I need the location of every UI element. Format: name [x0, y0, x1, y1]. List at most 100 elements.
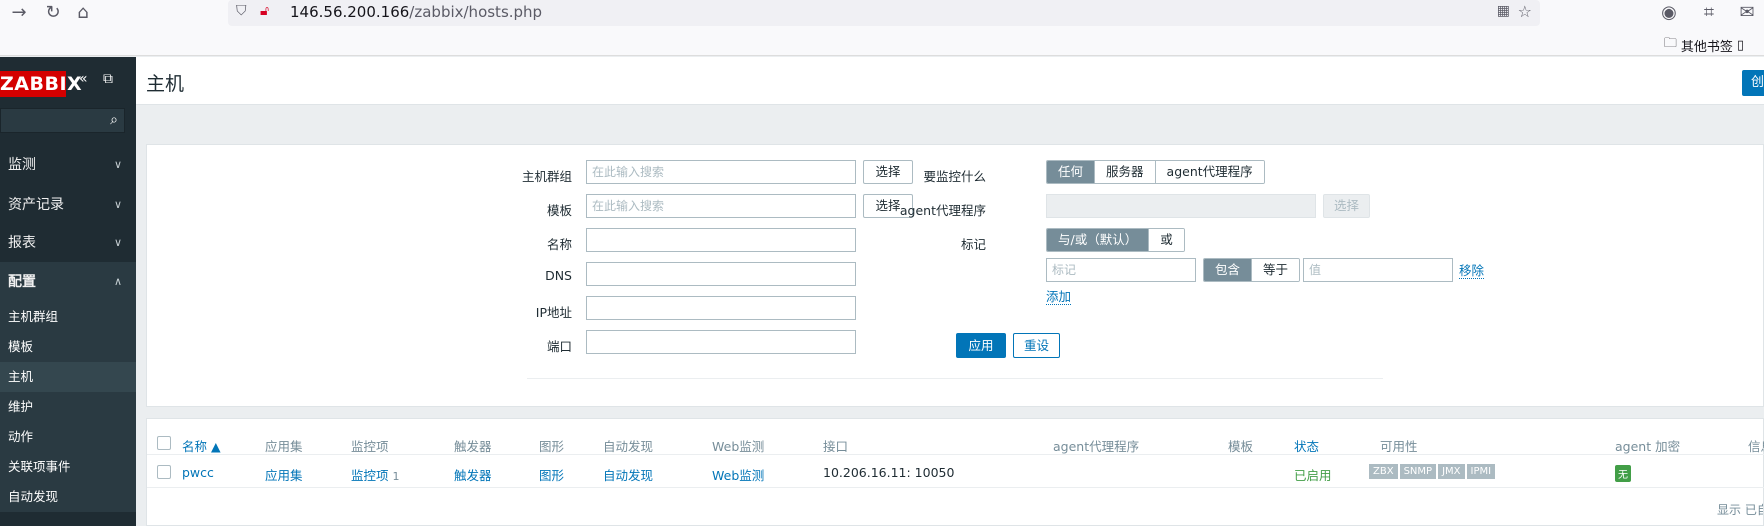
- tags-label: 标记: [960, 237, 986, 252]
- row-checkbox[interactable]: [157, 465, 171, 479]
- address-bar[interactable]: ⛉ 🔓︎ 146.56.200.166/zabbix/hosts.php ▦ ☆: [228, 0, 1540, 26]
- port-input[interactable]: [586, 330, 856, 354]
- remove-tag-link[interactable]: 移除: [1459, 263, 1485, 279]
- col-encryption-header: agent 加密: [1615, 439, 1681, 454]
- col-name-header[interactable]: 名称 ▲: [182, 436, 221, 455]
- discovery-link[interactable]: 自动发现: [603, 465, 653, 484]
- create-host-button[interactable]: 创: [1742, 70, 1764, 96]
- triggers-link[interactable]: 触发器: [454, 465, 492, 484]
- sidebar-search-input[interactable]: ⌕: [0, 108, 125, 133]
- menu-reports[interactable]: 报表 ∨: [0, 223, 136, 263]
- shield-icon: ⛉: [236, 3, 247, 19]
- page-header: 主机 创: [136, 57, 1764, 105]
- row-divider: [147, 487, 1764, 488]
- chevron-down-icon: ∨: [113, 198, 122, 211]
- host-name-link[interactable]: pwcc: [182, 465, 214, 480]
- zabbix-logo[interactable]: ZABBIX: [0, 71, 82, 97]
- folder-icon: 🗀︎: [1663, 36, 1677, 51]
- port-label: 端口: [546, 339, 572, 354]
- col-discovery-header: 自动发现: [603, 439, 654, 454]
- url-text: 146.56.200.166/zabbix/hosts.php: [290, 3, 543, 21]
- sidebar-item-discovery[interactable]: 自动发现: [0, 482, 136, 512]
- tag-operator-contains[interactable]: 包含: [1204, 259, 1252, 281]
- monitored-by-server[interactable]: 服务器: [1094, 161, 1155, 183]
- tag-value-input[interactable]: 值: [1303, 258, 1453, 282]
- tags-mode-or[interactable]: 或: [1148, 229, 1184, 251]
- reset-button[interactable]: 重设: [1013, 333, 1060, 358]
- host-groups-input[interactable]: 在此输入搜索: [586, 160, 856, 184]
- add-tag-link[interactable]: 添加: [1046, 289, 1072, 305]
- monitored-by-proxy[interactable]: agent代理程序: [1154, 161, 1264, 183]
- chevron-down-icon: ∨: [113, 236, 122, 249]
- templates-input[interactable]: 在此输入搜索: [586, 194, 856, 218]
- ip-label: IP地址: [535, 305, 572, 320]
- col-status-header[interactable]: 状态: [1294, 436, 1319, 455]
- availability-badges: ZBX SNMP JMX IPMI: [1369, 464, 1496, 479]
- applications-link[interactable]: 应用集: [265, 465, 303, 484]
- proxy-select-button: 选择: [1323, 194, 1370, 218]
- sidebar-item-hosts[interactable]: 主机: [0, 362, 136, 392]
- chevron-up-icon: ∧: [113, 275, 122, 288]
- page-title: 主机: [146, 73, 185, 95]
- tag-operator-toggle[interactable]: 包含 等于: [1203, 258, 1301, 282]
- status-link[interactable]: 已启用: [1294, 465, 1332, 484]
- header-divider: [147, 454, 1764, 455]
- monitored-by-any[interactable]: 任何: [1047, 161, 1095, 183]
- graphs-link[interactable]: 图形: [539, 465, 564, 484]
- sidebar-item-host-groups[interactable]: 主机群组: [0, 302, 136, 332]
- menu-configuration[interactable]: 配置 ∧: [0, 262, 136, 302]
- collapse-sidebar-icon[interactable]: «: [79, 71, 88, 87]
- main-content: 主机 创 主机群组 在此输入搜索 选择 模板 在此输入搜索 选择 名称 DNS …: [136, 57, 1764, 526]
- tag-name-input[interactable]: 标记: [1046, 258, 1196, 282]
- kiosk-mode-icon[interactable]: ⧉: [103, 71, 113, 87]
- name-input[interactable]: [586, 228, 856, 252]
- apply-button[interactable]: 应用: [956, 333, 1006, 358]
- web-link[interactable]: Web监测: [712, 465, 764, 484]
- col-availability-header: 可用性: [1380, 439, 1418, 454]
- crop-icon[interactable]: ⌗: [1694, 0, 1724, 26]
- col-interface-header: 接口: [823, 439, 849, 454]
- proxy-label: agent代理程序: [899, 203, 986, 218]
- encryption-badge: 无: [1615, 465, 1631, 482]
- col-web-header: Web监测: [712, 439, 765, 454]
- tags-mode-and-or[interactable]: 与/或（默认）: [1047, 229, 1149, 251]
- select-all-checkbox[interactable]: [157, 436, 171, 450]
- sidebar: ZABBIX « ⧉ ⌕ 监测 ∨ 资产记录 ∨ 报表 ∨ 配置 ∧ 主机群组 …: [0, 57, 136, 526]
- home-icon[interactable]: ⌂: [68, 0, 98, 26]
- monitored-by-label: 要监控什么: [923, 169, 986, 184]
- items-cell: 监控项 1: [351, 465, 400, 484]
- sidebar-item-templates[interactable]: 模板: [0, 332, 136, 362]
- menu-monitoring[interactable]: 监测 ∨: [0, 145, 136, 185]
- bookmark-star-icon[interactable]: ☆: [1518, 2, 1532, 21]
- ip-input[interactable]: [586, 296, 856, 320]
- insecure-lock-icon[interactable]: 🔓︎: [260, 3, 269, 19]
- hosts-table: 名称 ▲ 应用集 监控项 触发器 图形 自动发现 Web监测 接口 agent代…: [146, 418, 1764, 526]
- proxy-input: [1046, 194, 1316, 218]
- items-link[interactable]: 监控项: [351, 468, 389, 483]
- search-icon[interactable]: ⌕: [110, 112, 118, 128]
- interface-cell: 10.206.16.11: 10050: [823, 465, 955, 480]
- availability-zbx: ZBX: [1369, 464, 1398, 479]
- browser-toolbar: → ↻ ⌂ ⛉ 🔓︎ 146.56.200.166/zabbix/hosts.p…: [0, 0, 1764, 56]
- sidebar-item-actions[interactable]: 动作: [0, 422, 136, 452]
- sidebar-item-event-correlation[interactable]: 关联项事件: [0, 452, 136, 482]
- forward-icon[interactable]: →: [4, 0, 34, 26]
- qr-code-icon[interactable]: ▦: [1497, 3, 1510, 19]
- filter-divider: [527, 378, 1383, 379]
- dns-input[interactable]: [586, 262, 856, 286]
- menu-inventory[interactable]: 资产记录 ∨: [0, 185, 136, 225]
- availability-snmp: SNMP: [1399, 464, 1437, 479]
- tags-mode-toggle[interactable]: 与/或（默认） 或: [1046, 228, 1185, 252]
- sidebar-item-maintenance[interactable]: 维护: [0, 392, 136, 422]
- tag-operator-equals[interactable]: 等于: [1251, 259, 1300, 281]
- account-icon[interactable]: ◉: [1654, 0, 1684, 26]
- bookmark-label: 其他书签: [1680, 39, 1733, 55]
- bookmark-overflow-icon[interactable]: ▯: [1737, 38, 1744, 53]
- chat-icon[interactable]: ✉: [1732, 0, 1762, 26]
- availability-jmx: JMX: [1438, 464, 1465, 479]
- menu-label: 资产记录: [8, 197, 64, 213]
- monitored-by-toggle[interactable]: 任何 服务器 agent代理程序: [1046, 160, 1265, 184]
- col-proxy-header: agent代理程序: [1053, 439, 1140, 454]
- reload-icon[interactable]: ↻: [38, 0, 68, 26]
- bookmarks-folder[interactable]: 🗀︎ 其他书签 ▯: [1664, 34, 1744, 56]
